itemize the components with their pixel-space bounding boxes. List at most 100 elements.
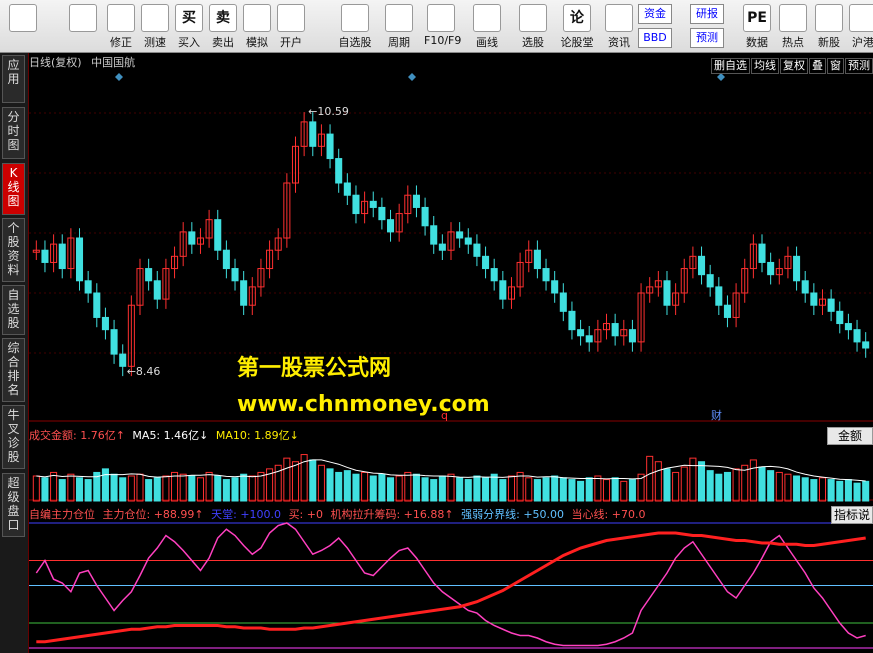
side-tab-4[interactable]: 自 选 股 <box>2 285 25 335</box>
toolbar-button-label: F10/F9 <box>424 34 462 47</box>
volume-bar-45 <box>421 477 429 502</box>
volume-bar-9 <box>110 473 118 502</box>
toolbar-button-label: 自选股 <box>338 36 372 49</box>
toolbar-button-label: 周期 <box>388 36 410 49</box>
side-tab-6[interactable]: 牛 叉 诊 股 <box>2 405 25 469</box>
volume-bar-2 <box>50 471 58 502</box>
toolbar-button-22[interactable]: 沪港 <box>846 2 873 50</box>
toolbar-button-label: 买入 <box>178 36 200 49</box>
candle-body-94 <box>844 323 852 331</box>
volume-bar-11 <box>127 475 135 502</box>
toolbar-button-1[interactable] <box>66 2 100 50</box>
toolbar-button-20[interactable]: 热点 <box>776 2 810 50</box>
candle-body-49 <box>456 231 464 239</box>
candle-body-58 <box>533 249 541 270</box>
volume-bar-61 <box>559 477 567 502</box>
volume-bar-35 <box>335 471 343 502</box>
volume-bar-58 <box>533 479 541 502</box>
volume-legend: 成交金额: 1.76亿↑ MA5: 1.46亿↓ MA10: 1.89亿↓ <box>29 427 299 443</box>
candle-body-6 <box>84 280 92 294</box>
toolbar-button-6[interactable]: 模拟 <box>240 2 274 50</box>
toolbar-button-11[interactable]: 画线 <box>470 2 504 50</box>
toolbar-button-label: 选股 <box>522 36 544 49</box>
toolbar-button-7[interactable]: 开户 <box>274 2 308 50</box>
toolbar-button-label: 资金 <box>638 4 672 24</box>
candle-body-89 <box>801 280 809 294</box>
volume-bar-85 <box>767 470 775 502</box>
volume-bar-88 <box>793 475 801 502</box>
volume-bar-67 <box>611 477 619 502</box>
indicator-name: 自编主力仓位 <box>29 508 95 521</box>
header-button-1[interactable]: 均线 <box>751 58 779 74</box>
side-tab-5[interactable]: 综 合 排 名 <box>2 338 25 402</box>
candle-body-41 <box>387 219 395 233</box>
toolbar-button-14[interactable]: 资讯 <box>602 2 636 50</box>
indicator-help-button[interactable]: 指标说 <box>830 506 873 524</box>
toolbar-button-9[interactable]: 周期 <box>382 2 416 50</box>
candle-body-39 <box>369 200 377 208</box>
volume-bar-30 <box>291 461 300 502</box>
toolbar-button-2[interactable]: 修正 <box>104 2 138 50</box>
volume-bar-52 <box>482 477 490 502</box>
side-tab-1[interactable]: 分 时 图 <box>2 107 25 159</box>
marker-cai: 财 <box>711 408 722 422</box>
toolbar-button-label: 数据 <box>746 36 768 49</box>
side-tab-3[interactable]: 个 股 资 料 <box>2 218 25 282</box>
toolbar-button-17[interactable]: 研报 <box>690 4 724 24</box>
side-tab-0[interactable]: 应 用 <box>2 55 25 103</box>
candle-body-32 <box>309 121 317 147</box>
header-button-3[interactable]: 叠 <box>809 58 826 74</box>
volume-bar-90 <box>810 479 818 502</box>
header-button-4[interactable]: 窗 <box>827 58 844 74</box>
volume-bar-93 <box>836 480 844 502</box>
volume-bar-34 <box>326 468 334 502</box>
stock-name: 中国国航 <box>91 56 136 69</box>
volume-bar-13 <box>145 479 153 502</box>
toolbar-button-15[interactable]: 资金 <box>638 4 672 24</box>
side-tab-7[interactable]: 超 级 盘 口 <box>2 473 25 537</box>
volume-unit-button[interactable]: 金额 <box>826 427 873 445</box>
candle-body-95 <box>853 329 861 343</box>
indicator-red-line <box>36 531 866 644</box>
candle-body-5 <box>75 237 84 282</box>
toolbar-button-10[interactable]: F10/F9 <box>424 2 462 50</box>
toolbar-button-5[interactable]: 卖卖出 <box>206 2 240 50</box>
volume-bar-80 <box>723 471 731 502</box>
volume-bar-60 <box>551 475 559 502</box>
header-button-5[interactable]: 预测 <box>845 58 873 74</box>
toolbar-button-18[interactable]: 预测 <box>690 28 724 48</box>
header-button-2[interactable]: 复权 <box>780 58 808 74</box>
toolbar-button-8[interactable]: 自选股 <box>338 2 372 50</box>
toolbar-button-19[interactable]: PE 数据 <box>740 2 774 50</box>
toolbar-button-label: 热点 <box>782 36 804 49</box>
toolbar-button-label: 资讯 <box>608 36 630 49</box>
side-tab-2[interactable]: K 线 图 <box>2 163 25 215</box>
candle-body-10 <box>119 353 127 367</box>
toolbar-button-4[interactable]: 买买入 <box>172 2 206 50</box>
toolbar-button-13[interactable]: 论论股堂 <box>560 2 594 50</box>
toolbar-button-21[interactable]: 新股 <box>812 2 846 50</box>
toolbar-button-3[interactable]: 测速 <box>138 2 172 50</box>
candle-body-47 <box>438 243 446 251</box>
pen-icon <box>473 4 501 32</box>
toolbar-button-12[interactable]: 选股 <box>516 2 550 50</box>
fix-icon <box>107 4 135 32</box>
volume-bar-39 <box>369 475 377 502</box>
volume-bar-50 <box>464 479 472 502</box>
toolbar-button-16[interactable]: BBD <box>638 28 672 48</box>
toolbar-button-0[interactable] <box>6 2 40 50</box>
candle-body-93 <box>836 310 844 325</box>
volume-bar-65 <box>594 475 602 502</box>
candle-body-69 <box>628 329 636 343</box>
forum-icon: 论 <box>563 4 591 32</box>
volume-bar-24 <box>240 473 248 502</box>
candle-body-1 <box>41 249 49 263</box>
volume-bar-53 <box>490 473 498 502</box>
volume-bar-57 <box>525 477 533 502</box>
chart-period-title: 日线(复权) <box>29 56 82 69</box>
candle-body-21 <box>214 219 222 251</box>
toolbar-button-label: 测速 <box>144 36 166 49</box>
toolbar-button-label: 预测 <box>690 28 724 48</box>
header-button-0[interactable]: 删自选 <box>711 58 750 74</box>
volume-bar-63 <box>577 480 585 502</box>
